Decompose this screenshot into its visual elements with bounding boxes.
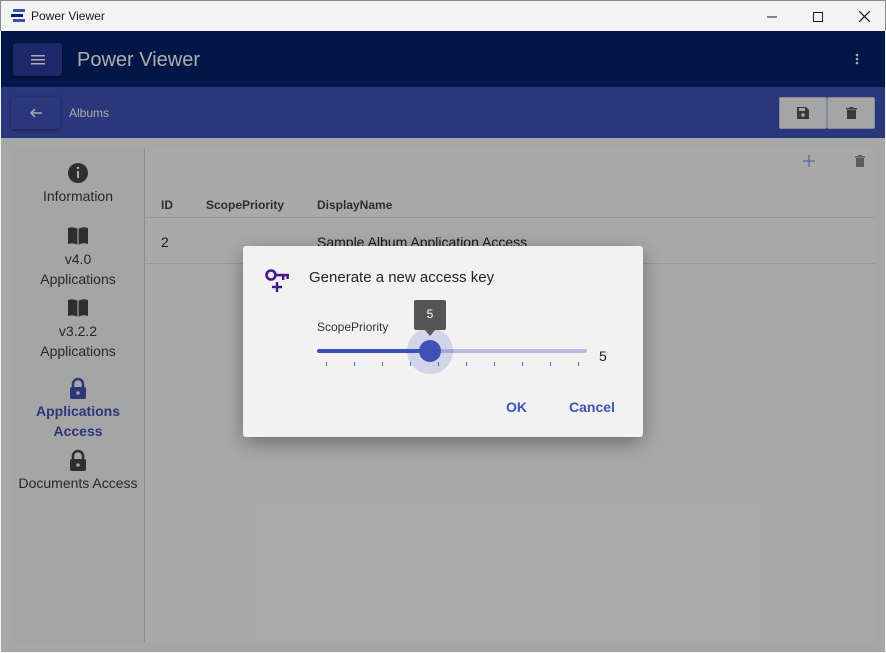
maximize-button[interactable] xyxy=(795,1,841,32)
slider-value-tooltip: 5 xyxy=(414,300,446,336)
dialog-title: Generate a new access key xyxy=(309,269,495,286)
slider-tick xyxy=(494,362,495,366)
slider-tick xyxy=(466,362,467,366)
window-title: Power Viewer xyxy=(31,9,105,23)
scopepriority-label: ScopePriority xyxy=(317,320,389,334)
ok-button[interactable]: OK xyxy=(506,399,527,415)
maximize-icon xyxy=(813,11,823,22)
slider-tick xyxy=(578,362,579,366)
key-plus-icon xyxy=(265,269,289,292)
slider-tick xyxy=(326,362,327,366)
slider-tick xyxy=(382,362,383,366)
slider-tick xyxy=(522,362,523,366)
slider-value-display: 5 xyxy=(599,348,607,364)
close-icon xyxy=(858,11,870,22)
app-logo-icon xyxy=(11,9,25,22)
minimize-icon xyxy=(767,16,777,17)
slider-tick xyxy=(354,362,355,366)
cancel-button[interactable]: Cancel xyxy=(569,399,615,415)
slider-tick xyxy=(550,362,551,366)
minimize-button[interactable] xyxy=(749,1,795,32)
window-titlebar: Power Viewer xyxy=(0,0,886,31)
close-button[interactable] xyxy=(841,1,886,32)
slider-thumb[interactable] xyxy=(419,340,441,362)
generate-key-dialog: Generate a new access key ScopePriority … xyxy=(243,246,643,437)
scopepriority-slider[interactable]: 5 xyxy=(317,300,587,374)
